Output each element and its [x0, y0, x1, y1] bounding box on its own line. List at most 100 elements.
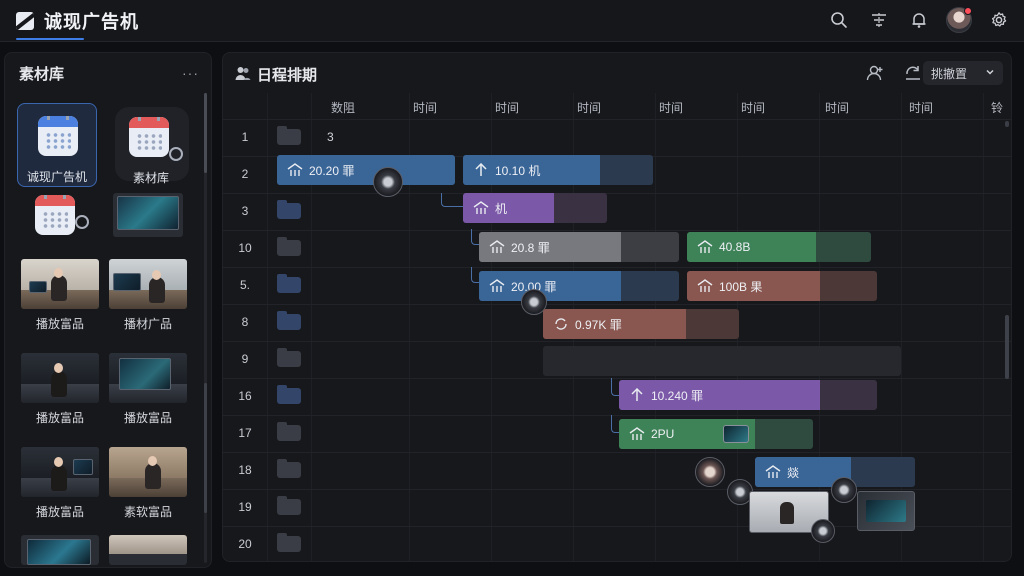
row-number: 10	[238, 241, 252, 255]
broadcast-icon	[629, 427, 645, 441]
user-add-icon[interactable]	[865, 63, 885, 83]
folder-icon	[277, 348, 301, 367]
folder-icon	[277, 385, 301, 404]
media-thumbnail[interactable]	[21, 447, 99, 497]
schedule-bar[interactable]: 20.00 罪	[479, 271, 679, 301]
column-header: 数阻	[331, 101, 356, 115]
bar-label: 100B 果	[719, 279, 763, 294]
library-item-app[interactable]: 诚现广告机	[17, 103, 97, 187]
library-item-label: 诚现广告机	[26, 170, 87, 184]
broadcast-icon	[697, 279, 713, 293]
schedule-bar[interactable]: 20.20 罪	[277, 155, 455, 185]
broadcast-icon	[287, 163, 303, 177]
dependency-connector	[441, 193, 463, 207]
material-library-panel: 素材库 ··· 诚现广告机 素材库 播放富品 播材广品 播放富品 播放富品 播放…	[4, 52, 212, 568]
avatar[interactable]	[946, 7, 972, 33]
library-item-label: 素材库	[132, 171, 169, 185]
bar-label: 机	[495, 201, 508, 216]
bar-label: 10.240 罪	[651, 388, 704, 403]
grid-scroll-top[interactable]	[1005, 121, 1009, 127]
column-header: 时间	[577, 101, 602, 115]
grid-scrollbar-thumb[interactable]	[1005, 315, 1009, 379]
more-options-icon[interactable]: ···	[182, 65, 199, 81]
row-number: 5.	[239, 278, 250, 292]
schedule-bar[interactable]: 机	[463, 193, 607, 223]
bar-label: 20.20 罪	[309, 163, 355, 178]
media-label: 播放富品	[35, 317, 84, 331]
title-underline	[16, 38, 84, 40]
schedule-title: 日程排期	[257, 67, 318, 84]
bar-label: 20.8 罪	[511, 240, 550, 255]
calendar-folder-icon	[277, 311, 301, 330]
media-thumbnail[interactable]	[109, 259, 187, 309]
view-select-value: 挑撤置	[931, 66, 968, 81]
schedule-bar[interactable]: 2PU	[619, 419, 813, 449]
app-logo-icon	[16, 12, 34, 30]
brand[interactable]: 诚现广告机	[16, 8, 139, 34]
library-item-calendar[interactable]	[21, 191, 101, 241]
schedule-bar[interactable]: 10.240 罪	[619, 380, 877, 410]
schedule-bar-empty[interactable]	[543, 346, 901, 376]
media-thumbnail[interactable]	[21, 535, 99, 565]
media-thumbnail[interactable]	[21, 353, 99, 403]
upload-icon	[473, 162, 489, 177]
folder-icon	[277, 459, 301, 478]
refresh-icon[interactable]	[903, 63, 923, 83]
column-header: 时间	[909, 101, 934, 115]
gantt-grid: 数阻 时间 时间 时间 时间 时间 时间 时间 铃 1 3 2 3 10 5. …	[223, 93, 1011, 561]
column-header: 时间	[495, 101, 520, 115]
monitor-icon	[723, 425, 749, 443]
calendar-icon	[129, 117, 169, 157]
row-number: 9	[241, 352, 249, 366]
top-bar: 诚现广告机	[0, 0, 1024, 42]
folder-icon	[277, 496, 301, 515]
folder-icon	[277, 237, 301, 256]
folder-icon	[277, 126, 301, 145]
broadcast-icon	[489, 240, 505, 254]
media-thumbnail[interactable]	[109, 535, 187, 565]
schedule-bar[interactable]: 40.8B	[687, 232, 871, 262]
row-number: 19	[238, 500, 252, 514]
monitor-thumbnail[interactable]	[113, 193, 183, 237]
folder-icon	[277, 533, 301, 552]
scrollbar-thumb[interactable]	[204, 93, 207, 173]
chevron-down-icon	[985, 66, 995, 80]
row-number: 18	[238, 463, 252, 477]
bell-icon[interactable]	[906, 7, 932, 33]
avatar-disc-icon	[695, 457, 725, 487]
schedule-bar[interactable]: 10.10 机	[463, 155, 653, 185]
row-number: 8	[241, 315, 249, 329]
calendar-icon	[35, 195, 75, 235]
media-label: 播放富品	[35, 411, 84, 425]
broadcast-icon	[765, 465, 781, 479]
sync-icon	[553, 317, 569, 331]
row-number: 16	[238, 389, 252, 403]
filter-icon[interactable]	[866, 7, 892, 33]
column-header: 时间	[741, 101, 766, 115]
library-item-material[interactable]: 素材库	[111, 103, 191, 187]
row-number: 2	[241, 167, 249, 181]
schedule-panel: 日程排期 挑撤置 数阻 时间 时间 时间 时间 时间 时间 时间 铃 1 3 2…	[222, 52, 1012, 562]
scrollbar-thumb-lower[interactable]	[204, 383, 207, 513]
schedule-bar[interactable]: 0.97K 罪	[543, 309, 739, 339]
media-thumbnail[interactable]	[109, 353, 187, 403]
media-thumbnail[interactable]	[21, 259, 99, 309]
broadcast-icon	[473, 201, 489, 215]
column-header: 时间	[659, 101, 684, 115]
people-icon	[235, 65, 251, 81]
media-label: 素软富品	[123, 505, 172, 519]
clock-badge-icon	[169, 147, 183, 161]
media-disc-icon	[373, 167, 403, 197]
row-number: 1	[241, 130, 249, 144]
row-number: 3	[241, 204, 249, 218]
row-number: 17	[238, 426, 252, 440]
calendar-folder-icon	[277, 274, 301, 293]
search-icon[interactable]	[826, 7, 852, 33]
view-select[interactable]: 挑撤置	[923, 61, 1003, 85]
gear-icon[interactable]	[986, 7, 1012, 33]
media-thumbnail[interactable]	[109, 447, 187, 497]
schedule-bar[interactable]: 100B 果	[687, 271, 877, 301]
schedule-bar[interactable]: 20.8 罪	[479, 232, 679, 262]
media-thumbnail[interactable]	[857, 491, 915, 531]
media-label: 播材广品	[123, 317, 172, 331]
